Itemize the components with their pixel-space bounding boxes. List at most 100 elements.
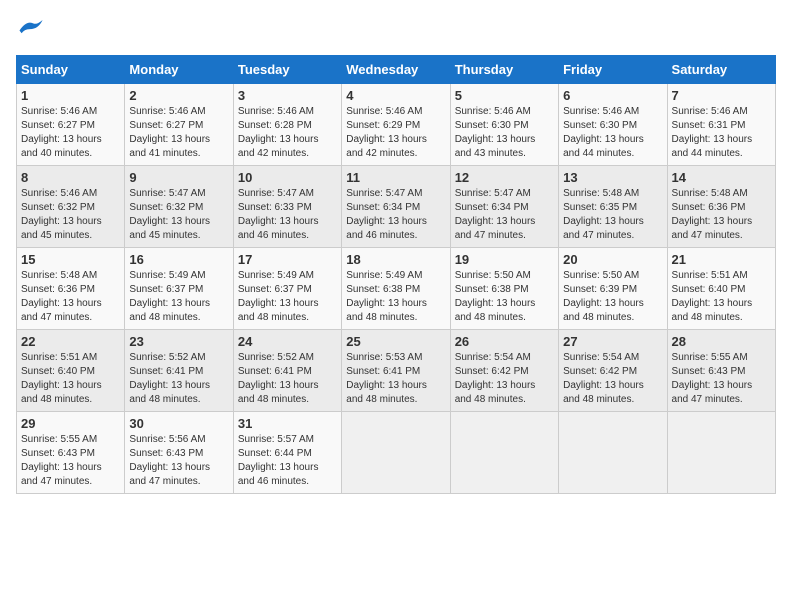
day-number: 8 <box>21 170 120 185</box>
day-number: 19 <box>455 252 554 267</box>
day-cell: 12 Sunrise: 5:47 AMSunset: 6:34 PMDayligh… <box>450 166 558 248</box>
day-cell: 25 Sunrise: 5:53 AMSunset: 6:41 PMDayligh… <box>342 330 450 412</box>
week-row-5: 29Sunrise: 5:55 AMSunset: 6:43 PMDayligh… <box>17 412 776 494</box>
day-cell: 11 Sunrise: 5:47 AMSunset: 6:34 PMDayligh… <box>342 166 450 248</box>
day-cell: 18 Sunrise: 5:49 AMSunset: 6:38 PMDayligh… <box>342 248 450 330</box>
day-number: 3 <box>238 88 337 103</box>
day-info: Sunrise: 5:46 AMSunset: 6:32 PMDaylight:… <box>21 187 120 243</box>
day-info: Sunrise: 5:50 AMSunset: 6:38 PMDaylight:… <box>455 269 554 325</box>
day-info: Sunrise: 5:47 AMSunset: 6:33 PMDaylight:… <box>238 187 337 243</box>
day-info: Sunrise: 5:47 AMSunset: 6:34 PMDaylight:… <box>455 187 554 243</box>
week-row-1: 1 Sunrise: 5:46 AMSunset: 6:27 PMDaylight… <box>17 84 776 166</box>
day-info: Sunrise: 5:52 AMSunset: 6:41 PMDaylight:… <box>129 351 228 407</box>
day-cell: 4 Sunrise: 5:46 AMSunset: 6:29 PMDaylight… <box>342 84 450 166</box>
weekday-header-thursday: Thursday <box>450 56 558 84</box>
day-info: Sunrise: 5:53 AMSunset: 6:41 PMDaylight:… <box>346 351 445 407</box>
day-info: Sunrise: 5:49 AMSunset: 6:37 PMDaylight:… <box>238 269 337 325</box>
day-number: 27 <box>563 334 662 349</box>
weekday-header-sunday: Sunday <box>17 56 125 84</box>
day-cell <box>559 412 667 494</box>
weekday-header-monday: Monday <box>125 56 233 84</box>
day-info: Sunrise: 5:48 AMSunset: 6:36 PMDaylight:… <box>672 187 771 243</box>
day-cell: 24Sunrise: 5:52 AMSunset: 6:41 PMDayligh… <box>233 330 341 412</box>
day-number: 20 <box>563 252 662 267</box>
day-info: Sunrise: 5:50 AMSunset: 6:39 PMDaylight:… <box>563 269 662 325</box>
day-cell <box>450 412 558 494</box>
day-number: 5 <box>455 88 554 103</box>
day-info: Sunrise: 5:46 AMSunset: 6:31 PMDaylight:… <box>672 105 771 161</box>
day-info: Sunrise: 5:52 AMSunset: 6:41 PMDaylight:… <box>238 351 337 407</box>
day-cell: 9Sunrise: 5:47 AMSunset: 6:32 PMDaylight… <box>125 166 233 248</box>
day-cell: 17Sunrise: 5:49 AMSunset: 6:37 PMDayligh… <box>233 248 341 330</box>
day-info: Sunrise: 5:46 AMSunset: 6:30 PMDaylight:… <box>455 105 554 161</box>
day-number: 9 <box>129 170 228 185</box>
day-cell: 29Sunrise: 5:55 AMSunset: 6:43 PMDayligh… <box>17 412 125 494</box>
day-info: Sunrise: 5:55 AMSunset: 6:43 PMDaylight:… <box>672 351 771 407</box>
weekday-header-saturday: Saturday <box>667 56 775 84</box>
day-number: 10 <box>238 170 337 185</box>
weekday-header-wednesday: Wednesday <box>342 56 450 84</box>
day-info: Sunrise: 5:47 AMSunset: 6:34 PMDaylight:… <box>346 187 445 243</box>
day-cell: 20 Sunrise: 5:50 AMSunset: 6:39 PMDayligh… <box>559 248 667 330</box>
day-number: 29 <box>21 416 120 431</box>
day-number: 11 <box>346 170 445 185</box>
day-cell: 8 Sunrise: 5:46 AMSunset: 6:32 PMDaylight… <box>17 166 125 248</box>
weekday-header-tuesday: Tuesday <box>233 56 341 84</box>
day-number: 7 <box>672 88 771 103</box>
calendar-body: 1 Sunrise: 5:46 AMSunset: 6:27 PMDaylight… <box>17 84 776 494</box>
day-cell <box>667 412 775 494</box>
day-number: 16 <box>129 252 228 267</box>
day-info: Sunrise: 5:49 AMSunset: 6:38 PMDaylight:… <box>346 269 445 325</box>
day-cell: 2 Sunrise: 5:46 AMSunset: 6:27 PMDaylight… <box>125 84 233 166</box>
day-number: 23 <box>129 334 228 349</box>
day-info: Sunrise: 5:46 AMSunset: 6:29 PMDaylight:… <box>346 105 445 161</box>
day-cell: 30Sunrise: 5:56 AMSunset: 6:43 PMDayligh… <box>125 412 233 494</box>
day-cell: 15 Sunrise: 5:48 AMSunset: 6:36 PMDayligh… <box>17 248 125 330</box>
day-cell <box>342 412 450 494</box>
header <box>16 16 776 43</box>
logo <box>16 16 48 43</box>
day-info: Sunrise: 5:46 AMSunset: 6:27 PMDaylight:… <box>129 105 228 161</box>
day-cell: 26 Sunrise: 5:54 AMSunset: 6:42 PMDayligh… <box>450 330 558 412</box>
day-info: Sunrise: 5:51 AMSunset: 6:40 PMDaylight:… <box>21 351 120 407</box>
day-number: 25 <box>346 334 445 349</box>
day-number: 12 <box>455 170 554 185</box>
day-cell: 14 Sunrise: 5:48 AMSunset: 6:36 PMDayligh… <box>667 166 775 248</box>
day-info: Sunrise: 5:49 AMSunset: 6:37 PMDaylight:… <box>129 269 228 325</box>
week-row-3: 15 Sunrise: 5:48 AMSunset: 6:36 PMDayligh… <box>17 248 776 330</box>
day-info: Sunrise: 5:46 AMSunset: 6:28 PMDaylight:… <box>238 105 337 161</box>
day-number: 18 <box>346 252 445 267</box>
day-cell: 3 Sunrise: 5:46 AMSunset: 6:28 PMDaylight… <box>233 84 341 166</box>
day-info: Sunrise: 5:48 AMSunset: 6:35 PMDaylight:… <box>563 187 662 243</box>
day-number: 31 <box>238 416 337 431</box>
weekday-header-friday: Friday <box>559 56 667 84</box>
day-number: 15 <box>21 252 120 267</box>
day-cell: 19 Sunrise: 5:50 AMSunset: 6:38 PMDayligh… <box>450 248 558 330</box>
day-cell: 5 Sunrise: 5:46 AMSunset: 6:30 PMDaylight… <box>450 84 558 166</box>
day-cell: 6Sunrise: 5:46 AMSunset: 6:30 PMDaylight… <box>559 84 667 166</box>
day-info: Sunrise: 5:46 AMSunset: 6:30 PMDaylight:… <box>563 105 662 161</box>
day-info: Sunrise: 5:56 AMSunset: 6:43 PMDaylight:… <box>129 433 228 489</box>
day-number: 2 <box>129 88 228 103</box>
day-number: 21 <box>672 252 771 267</box>
day-cell: 10 Sunrise: 5:47 AMSunset: 6:33 PMDayligh… <box>233 166 341 248</box>
day-number: 22 <box>21 334 120 349</box>
day-cell: 31Sunrise: 5:57 AMSunset: 6:44 PMDayligh… <box>233 412 341 494</box>
day-cell: 21 Sunrise: 5:51 AMSunset: 6:40 PMDayligh… <box>667 248 775 330</box>
day-cell: 28Sunrise: 5:55 AMSunset: 6:43 PMDayligh… <box>667 330 775 412</box>
day-number: 1 <box>21 88 120 103</box>
day-number: 4 <box>346 88 445 103</box>
day-cell: 16 Sunrise: 5:49 AMSunset: 6:37 PMDayligh… <box>125 248 233 330</box>
day-info: Sunrise: 5:54 AMSunset: 6:42 PMDaylight:… <box>563 351 662 407</box>
day-info: Sunrise: 5:51 AMSunset: 6:40 PMDaylight:… <box>672 269 771 325</box>
day-info: Sunrise: 5:54 AMSunset: 6:42 PMDaylight:… <box>455 351 554 407</box>
day-cell: 22 Sunrise: 5:51 AMSunset: 6:40 PMDayligh… <box>17 330 125 412</box>
day-info: Sunrise: 5:48 AMSunset: 6:36 PMDaylight:… <box>21 269 120 325</box>
week-row-4: 22 Sunrise: 5:51 AMSunset: 6:40 PMDayligh… <box>17 330 776 412</box>
day-cell: 13 Sunrise: 5:48 AMSunset: 6:35 PMDayligh… <box>559 166 667 248</box>
day-number: 14 <box>672 170 771 185</box>
logo-icon <box>16 16 44 43</box>
day-number: 26 <box>455 334 554 349</box>
day-number: 13 <box>563 170 662 185</box>
day-cell: 1Sunrise: 5:46 AMSunset: 6:27 PMDaylight… <box>17 84 125 166</box>
